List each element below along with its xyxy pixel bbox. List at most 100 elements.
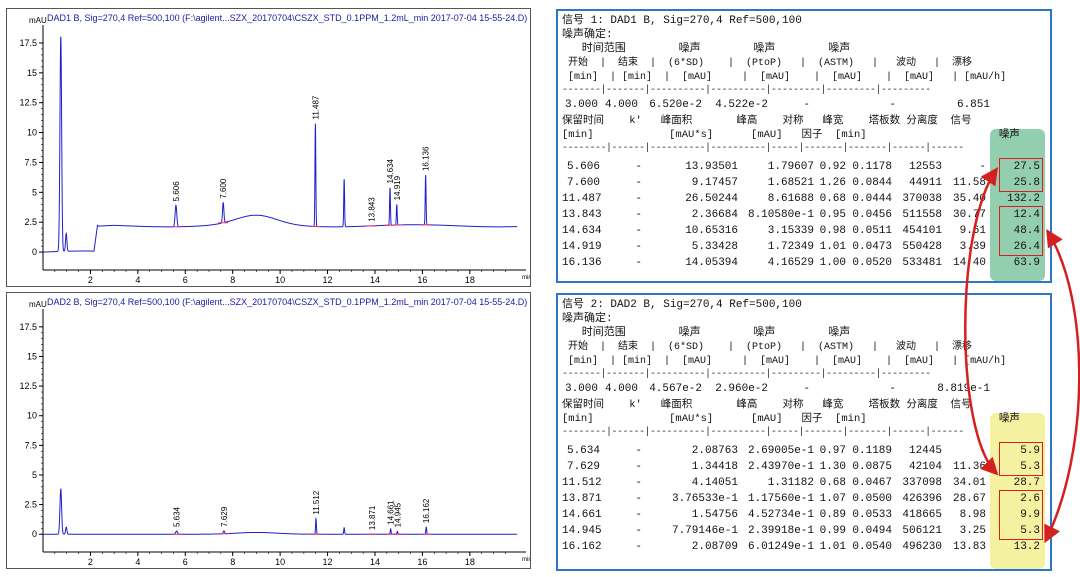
peak-area: 5.33428 — [691, 241, 738, 253]
peak-area: 13.93501 — [685, 161, 738, 173]
peak-res: 3.39 — [959, 241, 986, 253]
peak-height: 4.16529 — [767, 257, 814, 269]
peak-k: - — [635, 241, 642, 253]
peak-k: - — [635, 225, 642, 237]
x-tick-label: 18 — [465, 275, 475, 285]
peak-height: 8.61688 — [767, 193, 814, 205]
peak-header-row-2: [min] [mAU*s] [mAU] 因子 [min] 噪声 — [562, 129, 1020, 141]
noise-value: 2.960e-2 — [715, 383, 768, 395]
peak-sym: 1.30 — [819, 461, 846, 473]
peak-res: - — [979, 445, 986, 457]
x-tick-label: 6 — [183, 275, 188, 285]
noise-header-row-1: 时间范围 噪声 噪声 噪声 — [562, 327, 851, 339]
peak-rt: 7.629 — [566, 461, 600, 473]
signal-report-1: 信号 1: DAD1 B, Sig=270,4 Ref=500,100 噪声确定:… — [556, 9, 1052, 283]
y-tick-label: 15 — [27, 68, 37, 78]
peak-rt: 5.606 — [566, 161, 600, 173]
y-tick-label: 2.5 — [24, 500, 37, 510]
peak-height: 4.52734e-1 — [747, 509, 814, 521]
peak-sym: 1.01 — [819, 541, 846, 553]
peak-rt: 14.945 — [562, 525, 602, 537]
peak-separator: --------|------|----------|----------|--… — [562, 143, 964, 154]
x-tick-label: 16 — [417, 557, 427, 567]
chromatogram-trace — [43, 487, 518, 535]
peak-sym: 0.68 — [819, 477, 846, 489]
peak-sn: 132.2 — [1006, 193, 1040, 205]
peak-rt: 11.512 — [562, 477, 602, 489]
peak-k: - — [635, 477, 642, 489]
noise-header-row-2: 开始 | 结束 | (6*SD) | (PtoP) | (ASTM) | 波动 … — [562, 58, 973, 69]
y-tick-label: 5 — [32, 187, 37, 197]
peak-height: 6.01249e-1 — [747, 541, 814, 553]
peak-area: 2.36684 — [691, 209, 738, 221]
y-tick-label: 10 — [27, 128, 37, 138]
peak-sym: 1.00 — [819, 257, 846, 269]
y-axis-label: mAU — [29, 300, 47, 309]
peak-height: 2.69005e-1 — [747, 445, 814, 457]
peak-res: 11.58 — [952, 177, 986, 189]
peak-sym: 0.95 — [819, 209, 846, 221]
peak-rt: 14.661 — [562, 509, 602, 521]
peak-sym: 0.99 — [819, 525, 846, 537]
peak-label: 13.871 — [368, 505, 377, 530]
peak-res: 28.67 — [952, 493, 986, 505]
peak-area: 1.54756 — [691, 509, 738, 521]
signal-report-2: 信号 2: DAD2 B, Sig=270,4 Ref=500,100 噪声确定:… — [556, 293, 1052, 571]
peak-header-row-1: 保留时间 k' 峰面积 峰高 对称 峰宽 塔板数 分离度 信号 — [562, 399, 972, 411]
noise-title: 噪声确定: — [562, 29, 613, 41]
peak-k: - — [635, 161, 642, 173]
x-tick-label: 10 — [275, 275, 285, 285]
peak-plates: 454101 — [902, 225, 942, 237]
noise-value: 4.522e-2 — [715, 99, 768, 111]
peak-plates: 426396 — [902, 493, 942, 505]
signal-header: 信号 1: DAD1 B, Sig=270,4 Ref=500,100 — [562, 15, 802, 27]
peak-rt: 5.634 — [566, 445, 600, 457]
peak-label: 14.945 — [393, 502, 402, 527]
noise-value: 8.819e-1 — [937, 383, 990, 395]
peak-plates: 496230 — [902, 541, 942, 553]
y-tick-label: 17.5 — [19, 322, 37, 332]
peak-height: 8.10580e-1 — [747, 209, 814, 221]
peak-height: 2.39918e-1 — [747, 525, 814, 537]
peak-res: 9.61 — [959, 225, 986, 237]
peak-label: 11.487 — [311, 95, 320, 119]
sn-box-group-1 — [999, 442, 1043, 476]
x-axis-label: min — [522, 275, 530, 281]
peak-plates: 370038 — [902, 193, 942, 205]
chromatogram-plot: 0 2.5 5 7.5 10 12.5 15 17.5 2 4 6 8 10 12 14 16 18 mAU min… — [19, 300, 530, 567]
peak-sn: 28.7 — [1013, 477, 1040, 489]
x-tick-label: 18 — [465, 557, 475, 567]
signal-header: 信号 2: DAD2 B, Sig=270,4 Ref=500,100 — [562, 299, 802, 311]
peak-label: 7.629 — [220, 506, 229, 527]
peak-label: 5.606 — [172, 181, 181, 202]
peak-width: 0.0500 — [852, 493, 892, 505]
x-tick-label: 12 — [323, 557, 333, 567]
y-tick-label: 17.5 — [19, 38, 37, 48]
peak-area: 4.14051 — [691, 477, 738, 489]
y-tick-label: 12.5 — [19, 98, 37, 108]
peak-rt: 16.162 — [562, 541, 602, 553]
noise-value: - — [889, 99, 896, 111]
peak-width: 0.0533 — [852, 509, 892, 521]
peak-height: 1.17560e-1 — [747, 493, 814, 505]
peak-plates: 337098 — [902, 477, 942, 489]
peak-res: 8.98 — [959, 509, 986, 521]
peak-k: - — [635, 445, 642, 457]
peak-res: 35.40 — [952, 193, 986, 205]
peak-res: 30.77 — [952, 209, 986, 221]
peak-label: 16.162 — [422, 498, 431, 523]
y-tick-label: 7.5 — [24, 157, 37, 167]
peak-area: 3.76533e-1 — [671, 493, 738, 505]
noise-header-row-3: [min] | [min] | [mAU] | [mAU] | [mAU] | … — [562, 356, 1007, 367]
peak-k: - — [635, 525, 642, 537]
peak-label: 16.136 — [422, 146, 431, 171]
peak-height: 1.72349 — [767, 241, 814, 253]
peak-sym: 1.01 — [819, 241, 846, 253]
peak-k: - — [635, 177, 642, 189]
peak-height: 2.43970e-1 — [747, 461, 814, 473]
peak-sym: 0.98 — [819, 225, 846, 237]
peak-sn: 13.2 — [1013, 541, 1040, 553]
peak-width: 0.0520 — [852, 257, 892, 269]
noise-value: 4.000 — [604, 99, 638, 111]
peak-width: 0.0844 — [852, 177, 892, 189]
